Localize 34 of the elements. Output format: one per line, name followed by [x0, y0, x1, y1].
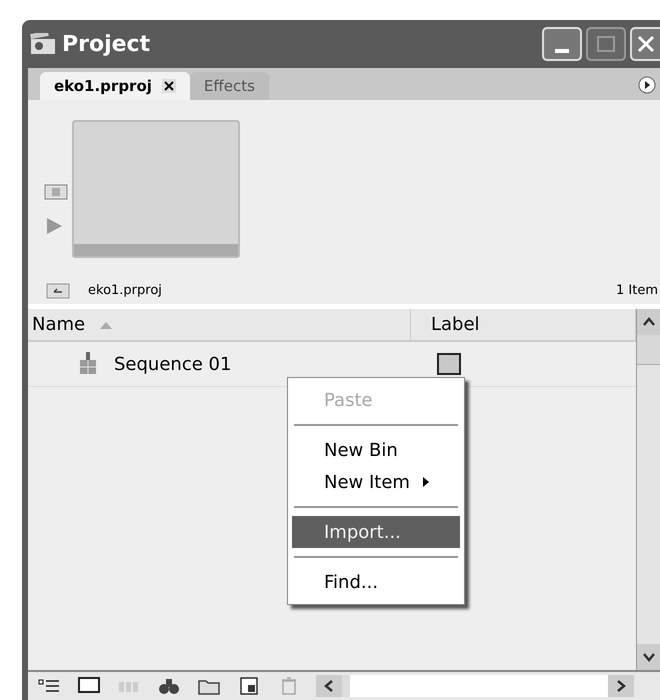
window-title: Project	[62, 30, 150, 58]
scroll-thumb[interactable]	[637, 335, 660, 365]
horizontal-scrollbar[interactable]	[342, 675, 608, 697]
bars-icon	[118, 679, 140, 693]
tab[interactable]: Effects	[190, 72, 269, 100]
folder-up-icon[interactable]	[46, 283, 70, 299]
trash-icon	[281, 677, 297, 695]
list-view-icon	[38, 678, 60, 694]
sequence-icon	[78, 352, 98, 376]
item-name[interactable]: Sequence 01	[114, 350, 232, 378]
item-count: 1 Item	[616, 282, 658, 300]
label-swatch[interactable]	[437, 353, 461, 375]
scroll-left-button[interactable]	[316, 675, 342, 697]
film-clapper-icon	[30, 33, 56, 55]
new-item-icon	[240, 677, 258, 695]
icon-view-icon	[78, 677, 100, 695]
tab[interactable]: eko1.prproj	[40, 72, 190, 100]
panel-menu-icon[interactable]	[638, 76, 656, 94]
close-button[interactable]	[630, 27, 660, 61]
sort-arrow-icon	[99, 320, 114, 328]
menu-item[interactable]: New Item	[292, 466, 460, 498]
menu-item[interactable]: Import...	[292, 516, 460, 548]
close-icon	[636, 34, 656, 54]
close-icon[interactable]	[162, 79, 176, 93]
binoculars-icon	[158, 677, 180, 695]
scroll-right-button[interactable]	[608, 675, 634, 697]
camera-icon[interactable]	[44, 182, 68, 200]
scrollbar[interactable]	[636, 309, 660, 670]
project-path: eko1.prproj	[88, 282, 162, 300]
minimize-button[interactable]	[542, 27, 582, 61]
menu-item[interactable]: Find...	[292, 566, 460, 598]
column-header[interactable]: Name	[28, 309, 411, 340]
menu-item[interactable]: New Bin	[292, 434, 460, 466]
submenu-arrow-icon	[422, 476, 430, 488]
